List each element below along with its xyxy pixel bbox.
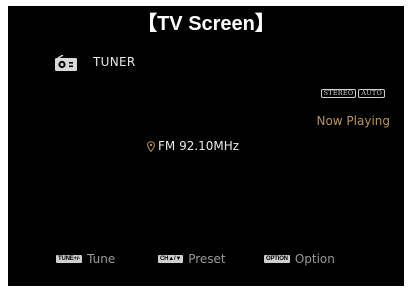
frequency-display: FM 92.10MHz bbox=[147, 139, 239, 153]
now-playing-status: Now Playing bbox=[316, 114, 390, 128]
source-label: TUNER bbox=[93, 55, 136, 69]
header-band: 【TV Screen】 bbox=[8, 6, 404, 36]
preset-hint[interactable]: CH▲/▼ Preset bbox=[158, 252, 226, 266]
option-label: Option bbox=[294, 252, 335, 266]
channel-key: CH▲/▼ bbox=[158, 255, 184, 263]
preset-label: Preset bbox=[188, 252, 226, 266]
stereo-badge: STEREO bbox=[320, 89, 357, 98]
frequency-value: FM 92.10MHz bbox=[158, 139, 240, 153]
radio-icon bbox=[55, 55, 77, 71]
tune-hint[interactable]: TUNE+/- Tune bbox=[56, 252, 115, 266]
signal-badges: STEREO AUTO bbox=[320, 89, 385, 98]
auto-badge: AUTO bbox=[358, 89, 385, 98]
page-title: 【TV Screen】 bbox=[137, 12, 275, 35]
tune-key: TUNE+/- bbox=[56, 255, 83, 263]
tune-label: Tune bbox=[87, 252, 116, 266]
option-key: OPTION bbox=[264, 255, 290, 263]
location-pin-icon bbox=[147, 140, 155, 152]
tv-screen: TUNER STEREO AUTO Now Playing FM 92.10MH… bbox=[8, 36, 404, 286]
option-hint[interactable]: OPTION Option bbox=[264, 252, 335, 266]
